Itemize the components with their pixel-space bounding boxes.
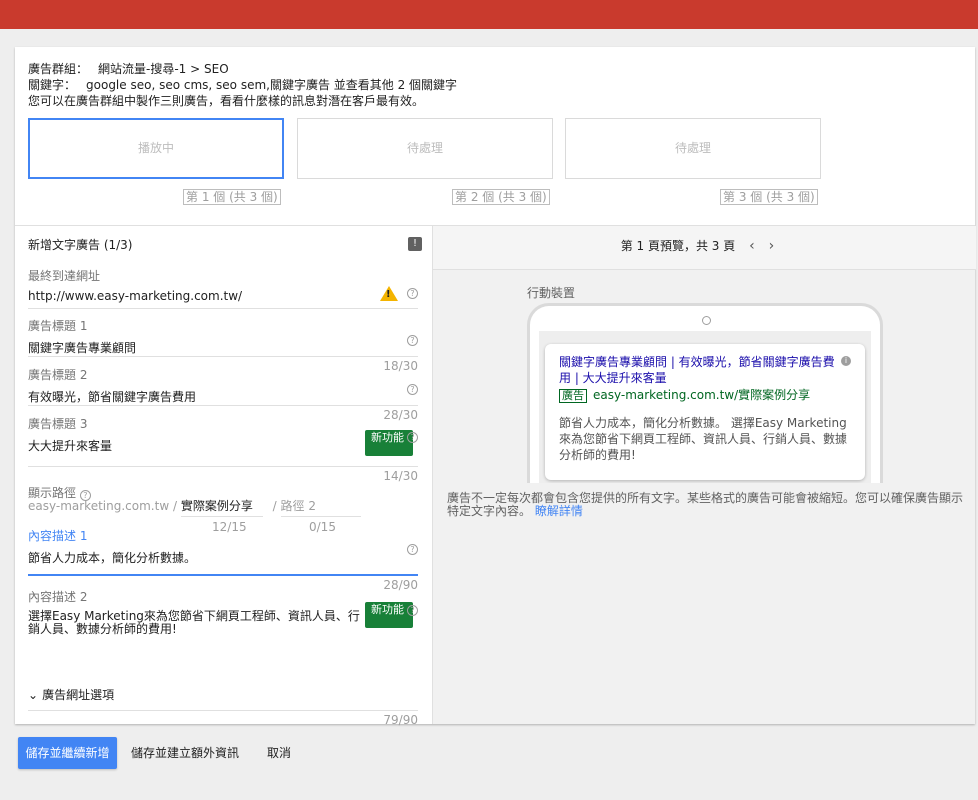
final-url-field: 最終到達網址 http://www.easy-marketing.com.tw/… xyxy=(28,267,418,309)
ad-url-options-toggle[interactable]: ⌄ 廣告網址選項 xyxy=(28,686,114,703)
field-underline xyxy=(28,308,418,309)
keyword-value: google seo, seo cms, seo sem,關鍵字廣告 並查看其他… xyxy=(86,78,458,92)
phone-speaker xyxy=(702,316,711,325)
mobile-device-frame: 關鍵字廣告專業顧問 | 有效曝光，節省關鍵字廣告費用 | 大大提升來客量 i 廣… xyxy=(527,303,883,483)
field-underline-active xyxy=(28,574,418,576)
description2-input[interactable]: 選擇Easy Marketing來為您節省下網頁工程師、資訊人員、行 銷人員、數… xyxy=(28,610,418,636)
field-underline xyxy=(28,356,418,357)
ad-preview-url: easy-marketing.com.tw/實際案例分享 xyxy=(593,388,811,402)
display-path-row: easy-marketing.com.tw / 實際案例分享 / 路徑 2 xyxy=(28,497,361,517)
path1-input[interactable]: 實際案例分享 xyxy=(180,497,263,517)
ad-preview-description: 節省人力成本，簡化分析數據。 選擇Easy Marketing來為您節省下網頁工… xyxy=(559,416,848,462)
headline2-label: 廣告標題 2 xyxy=(28,368,88,382)
ad-slot-2-caption: 第 2 個 (共 3 個) xyxy=(452,189,550,205)
keyword-label: 關鍵字： xyxy=(28,78,77,92)
cancel-button[interactable]: 取消 xyxy=(267,737,291,769)
learn-more-link[interactable]: 瞭解詳情 xyxy=(535,504,583,518)
final-url-input[interactable]: http://www.easy-marketing.com.tw/ xyxy=(28,289,418,303)
help-icon[interactable]: ? xyxy=(407,544,418,555)
description1-field: 內容描述 1 節省人力成本，簡化分析數據。 ? 28/90 xyxy=(28,527,418,592)
description2-line2: 銷人員、數據分析師的費用! xyxy=(28,622,177,636)
display-path-domain: easy-marketing.com.tw / xyxy=(28,499,177,513)
field-underline xyxy=(28,466,418,467)
ad-group-info: 廣告群組： 網站流量-搜尋-1 > SEO 關鍵字： google seo, seo… xyxy=(28,61,457,109)
ad-group-label: 廣告群組： xyxy=(28,62,89,76)
top-bar xyxy=(0,0,978,29)
new-feature-badge: 新功能 xyxy=(365,430,413,456)
description1-label: 內容描述 1 xyxy=(28,529,88,543)
info-icon[interactable]: i xyxy=(841,356,851,366)
path2-input[interactable]: 路徑 2 xyxy=(280,497,361,517)
ad-group-value: 網站流量-搜尋-1 > SEO xyxy=(98,62,229,76)
disclaimer-text: 廣告不一定每次都會包含您提供的所有文字。某些格式的廣告可能會被縮短。您可以確保廣… xyxy=(447,491,964,518)
field-underline xyxy=(28,405,418,406)
save-and-continue-button[interactable]: 儲存並繼續新增 xyxy=(18,737,117,769)
ad-form: 新增文字廣告 (1/3) ! 最終到達網址 http://www.easy-ma… xyxy=(15,226,432,727)
headline3-label: 廣告標題 3 xyxy=(28,417,88,431)
path-separator: / xyxy=(272,499,277,513)
new-feature-badge: 新功能 xyxy=(365,602,413,628)
description2-count: 79/90 xyxy=(383,713,418,727)
warning-icon: ! xyxy=(380,286,398,301)
ad-slot-2[interactable]: 待處理 xyxy=(297,118,553,179)
ad-preview-headline[interactable]: 關鍵字廣告專業顧問 | 有效曝光，節省關鍵字廣告費用 | 大大提升來客量 xyxy=(559,354,841,386)
help-icon[interactable]: ? xyxy=(407,288,418,299)
ad-preview-card: 關鍵字廣告專業顧問 | 有效曝光，節省關鍵字廣告費用 | 大大提升來客量 i 廣… xyxy=(545,344,865,480)
preview-disclaimer: 廣告不一定每次都會包含您提供的所有文字。某些格式的廣告可能會被縮短。您可以確保廣… xyxy=(447,492,963,518)
help-icon[interactable]: ? xyxy=(407,384,418,395)
headline3-count: 14/30 xyxy=(383,469,418,483)
ad-slot-3[interactable]: 待處理 xyxy=(565,118,821,179)
headline3-input[interactable]: 大大提升來客量 xyxy=(28,437,418,454)
help-icon[interactable]: ? xyxy=(407,605,418,616)
ad-editor-card: 廣告群組： 網站流量-搜尋-1 > SEO 關鍵字： google seo, seo… xyxy=(15,47,976,727)
ad-group-hint: 您可以在廣告群組中製作三則廣告，看看什麼樣的訊息對潛在客戶最有效。 xyxy=(28,94,425,108)
description2-field: 內容描述 2 選擇Easy Marketing來為您節省下網頁工程師、資訊人員、… xyxy=(28,588,418,727)
help-icon[interactable]: ? xyxy=(407,432,418,443)
final-url-label: 最終到達網址 xyxy=(28,269,101,283)
field-underline xyxy=(28,710,418,711)
description1-input[interactable]: 節省人力成本，簡化分析數據。 xyxy=(28,549,418,566)
save-and-create-extensions-button[interactable]: 儲存並建立額外資訊 xyxy=(131,737,239,769)
phone-screen: 關鍵字廣告專業顧問 | 有效曝光，節省關鍵字廣告費用 | 大大提升來客量 i 廣… xyxy=(539,331,871,483)
headline1-field: 廣告標題 1 關鍵字廣告專業顧問 ? 18/30 xyxy=(28,317,418,373)
ad-tag: 廣告 xyxy=(559,389,587,403)
headline3-field: 廣告標題 3 大大提升來客量 新功能 ? 14/30 xyxy=(28,415,418,483)
description2-label: 內容描述 2 xyxy=(28,590,88,604)
ad-url-options-label: 廣告網址選項 xyxy=(42,688,115,702)
help-icon[interactable]: ? xyxy=(407,335,418,346)
headline2-field: 廣告標題 2 有效曝光，節省關鍵字廣告費用 ? 28/30 xyxy=(28,366,418,422)
form-title: 新增文字廣告 (1/3) xyxy=(28,238,133,252)
ad-slot-1[interactable]: 播放中 xyxy=(28,118,284,179)
ad-slot-3-caption: 第 3 個 (共 3 個) xyxy=(720,189,818,205)
ad-preview-url-row: 廣告 easy-marketing.com.tw/實際案例分享 xyxy=(559,388,851,403)
ad-preview: 第 1 頁預覽，共 3 頁 ‹› 行動裝置 關鍵字廣告專業顧問 | 有效曝光，節… xyxy=(432,226,976,724)
preview-page-indicator: 第 1 頁預覽，共 3 頁 xyxy=(620,239,736,253)
headline2-input[interactable]: 有效曝光，節省關鍵字廣告費用 xyxy=(28,388,418,405)
chevron-left-icon[interactable]: ‹ xyxy=(749,238,769,254)
chevron-down-icon: ⌄ xyxy=(28,688,39,702)
device-label: 行動裝置 xyxy=(527,286,576,300)
chevron-right-icon[interactable]: › xyxy=(769,238,789,254)
feedback-icon[interactable]: ! xyxy=(408,237,422,251)
preview-header: 第 1 頁預覽，共 3 頁 ‹› xyxy=(433,226,976,270)
headline1-label: 廣告標題 1 xyxy=(28,319,88,333)
ad-slot-1-caption: 第 1 個 (共 3 個) xyxy=(183,189,281,205)
headline1-input[interactable]: 關鍵字廣告專業顧問 xyxy=(28,339,418,356)
